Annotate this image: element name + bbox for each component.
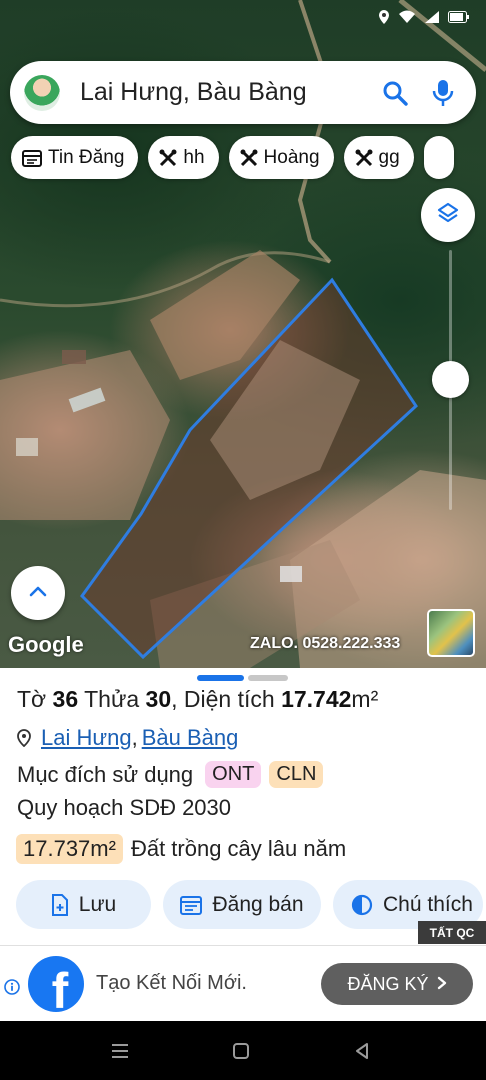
tools-icon — [159, 149, 177, 167]
ad-text: Tạo Kết Nối Mới. — [96, 972, 247, 994]
facebook-logo-icon: f — [28, 956, 84, 1012]
area-unit: m² — [351, 686, 379, 712]
opacity-slider-handle[interactable] — [432, 361, 469, 398]
tools-icon — [240, 149, 258, 167]
commune-link[interactable]: Lai Hưng — [41, 725, 132, 751]
avatar[interactable] — [24, 74, 60, 111]
recent-apps-icon[interactable] — [108, 1039, 132, 1063]
location-status-icon — [378, 9, 390, 27]
contrast-icon — [351, 894, 373, 916]
save-label: Lưu — [78, 892, 117, 916]
sheet-number: 36 — [52, 686, 79, 712]
sheet-handle[interactable] — [197, 675, 288, 681]
chip-label: gg — [378, 146, 400, 168]
system-nav-bar — [0, 1021, 486, 1080]
chip-label: Hoàng — [263, 146, 320, 168]
plan-heading: Quy hoạch SDĐ 2030 — [17, 795, 232, 820]
land-use-tag-ont[interactable]: ONT — [205, 761, 262, 788]
ad-signup-button[interactable]: ĐĂNG KÝ — [321, 963, 473, 1005]
chip-hh[interactable]: hh — [148, 136, 219, 179]
photo-thumbnail[interactable] — [427, 609, 475, 657]
chip-label: Tin Đăng — [48, 146, 125, 168]
chevron-up-icon — [29, 584, 47, 602]
layers-button[interactable] — [421, 188, 475, 242]
search-bar[interactable]: Lai Hưng, Bàu Bàng — [10, 61, 476, 124]
chip-more[interactable] — [423, 136, 454, 179]
back-icon[interactable] — [350, 1039, 374, 1063]
action-buttons: Lưu Đăng bán Chú thích — [16, 880, 483, 929]
watermark-text: ZALO. 0528.222.333 — [250, 635, 401, 652]
chip-label: hh — [183, 146, 205, 168]
calendar-icon — [22, 149, 42, 167]
location-pin-icon — [17, 729, 31, 747]
land-use-label: Mục đích sử dụng — [17, 761, 194, 787]
land-use-line: Mục đích sử dụng ONT CLN — [17, 761, 324, 788]
search-input[interactable]: Lai Hưng, Bàu Bàng — [80, 78, 380, 107]
plan-area-line: 17.737m² Đất trồng cây lâu năm — [16, 834, 346, 864]
wifi-icon — [398, 10, 416, 27]
add-file-icon — [51, 893, 69, 916]
post-for-sale-button[interactable]: Đăng bán — [163, 880, 321, 929]
location-line: Lai Hưng, Bàu Bàng — [17, 725, 238, 751]
chip-tin-dang[interactable]: Tin Đăng — [11, 136, 139, 179]
chevron-right-icon — [437, 974, 447, 995]
google-logo: Google — [8, 632, 84, 657]
filter-chips: Tin Đăng hh Hoàng gg — [11, 136, 454, 179]
calendar-icon — [180, 895, 203, 915]
plan-use-text: Đất trồng cây lâu năm — [130, 836, 347, 861]
microphone-icon[interactable] — [428, 78, 458, 108]
status-bar — [378, 8, 470, 28]
page-indicator-active — [197, 675, 244, 681]
tools-icon — [355, 149, 373, 167]
parcel-info-sheet: Tờ 36 Thửa 30, Diện tích 17.742m² Lai Hư… — [0, 668, 486, 945]
legend-label: Chú thích — [383, 892, 473, 916]
parcel-title: Tờ 36 Thửa 30, Diện tích 17.742m² — [17, 686, 379, 712]
parcel-label: Thửa — [84, 686, 140, 712]
battery-icon — [448, 10, 470, 26]
chip-gg[interactable]: gg — [343, 136, 414, 179]
search-icon[interactable] — [380, 78, 410, 108]
area-value: 17.742 — [281, 686, 352, 712]
ad-banner[interactable]: f Tạo Kết Nối Mới. ĐĂNG KÝ — [0, 945, 486, 1021]
ad-close-tag[interactable]: TẤT QC — [418, 921, 486, 944]
parcel-number: 30 — [145, 686, 172, 712]
save-button[interactable]: Lưu — [16, 880, 151, 929]
plan-area-badge: 17.737m² — [16, 834, 123, 864]
info-icon[interactable] — [4, 979, 20, 1000]
home-icon[interactable] — [229, 1039, 253, 1063]
land-use-tag-cln[interactable]: CLN — [269, 761, 324, 788]
sheet-label: Tờ — [17, 686, 47, 712]
layers-icon — [436, 201, 460, 230]
ad-signup-label: ĐĂNG KÝ — [347, 973, 429, 994]
signal-icon — [424, 10, 440, 27]
page-indicator-inactive — [248, 675, 288, 681]
district-link[interactable]: Bàu Bàng — [142, 725, 239, 751]
expand-sheet-button[interactable] — [11, 566, 65, 620]
chip-hoang[interactable]: Hoàng — [228, 136, 334, 179]
post-for-sale-label: Đăng bán — [212, 892, 304, 916]
area-label: Diện tích — [183, 686, 275, 712]
